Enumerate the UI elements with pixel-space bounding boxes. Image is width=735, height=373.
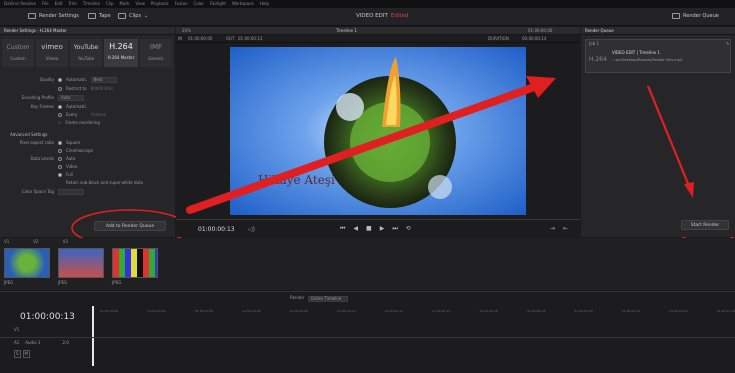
annotation-arrows — [186, 76, 694, 214]
arrow-to-render-queue — [186, 81, 544, 214]
arrow-head-down — [684, 182, 694, 198]
arrow-to-start-render — [646, 85, 691, 187]
